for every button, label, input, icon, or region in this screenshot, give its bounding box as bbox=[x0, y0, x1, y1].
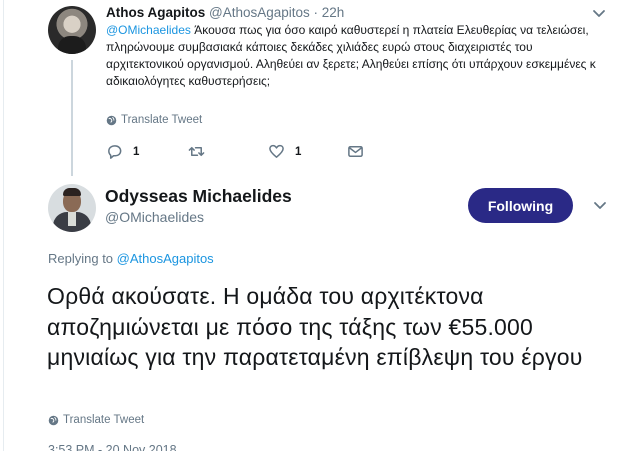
reply-tweet-header: Athos Agapitos @AthosAgapitos · 22h bbox=[106, 5, 344, 20]
author-name[interactable]: Athos Agapitos bbox=[106, 5, 205, 20]
avatar-shirt bbox=[68, 212, 76, 226]
direct-message-icon bbox=[348, 146, 363, 157]
avatar-hair bbox=[63, 188, 81, 196]
direct-message-button[interactable] bbox=[347, 143, 364, 160]
globe-icon bbox=[48, 415, 59, 425]
reply-tweet: Athos Agapitos @AthosAgapitos · 22h @OMi… bbox=[0, 0, 641, 176]
translate-label: Translate Tweet bbox=[121, 114, 203, 126]
avatar[interactable] bbox=[48, 184, 96, 232]
like-button[interactable]: 1 bbox=[268, 143, 301, 160]
chevron-down-icon[interactable] bbox=[593, 201, 607, 211]
translate-tweet-link[interactable]: Translate Tweet bbox=[106, 114, 202, 126]
tweet-actions: 1 1 bbox=[106, 143, 376, 163]
author-handle[interactable]: @AthosAgapitos bbox=[209, 5, 310, 20]
retweet-icon bbox=[188, 146, 205, 157]
author-handle[interactable]: @OMichaelides bbox=[105, 209, 204, 225]
globe-icon bbox=[106, 115, 117, 125]
like-count: 1 bbox=[295, 145, 302, 158]
meta-separator: · bbox=[309, 5, 322, 20]
translate-label: Translate Tweet bbox=[63, 414, 145, 426]
replying-to: Replying to @AthosAgapitos bbox=[48, 251, 214, 266]
mention-link[interactable]: @OMichaelides bbox=[106, 23, 191, 37]
tweet-time[interactable]: 22h bbox=[322, 5, 345, 20]
reply-count: 1 bbox=[133, 145, 140, 158]
like-icon bbox=[269, 144, 284, 158]
translate-tweet-link[interactable]: Translate Tweet bbox=[48, 414, 144, 426]
reply-icon bbox=[108, 145, 122, 159]
following-button[interactable]: Following bbox=[468, 188, 573, 223]
thread-connector-line bbox=[71, 60, 73, 176]
author-name[interactable]: Odysseas Michaelides bbox=[105, 186, 292, 207]
reply-tweet-text: @OMichaelides Άκουσα πως για όσο καιρό κ… bbox=[106, 22, 606, 90]
chevron-down-icon[interactable] bbox=[592, 9, 606, 19]
tweet-timestamp[interactable]: 3:53 PM - 20 Nov 2018 bbox=[48, 443, 177, 451]
reply-button[interactable]: 1 bbox=[106, 143, 139, 160]
retweet-button[interactable] bbox=[188, 143, 205, 160]
replying-prefix: Replying to bbox=[48, 251, 117, 266]
replying-to-link[interactable]: @AthosAgapitos bbox=[117, 251, 214, 266]
main-tweet-text: Ορθά ακούσατε. Η ομάδα του αρχιτέκτονα α… bbox=[47, 283, 583, 370]
avatar[interactable] bbox=[48, 6, 96, 54]
